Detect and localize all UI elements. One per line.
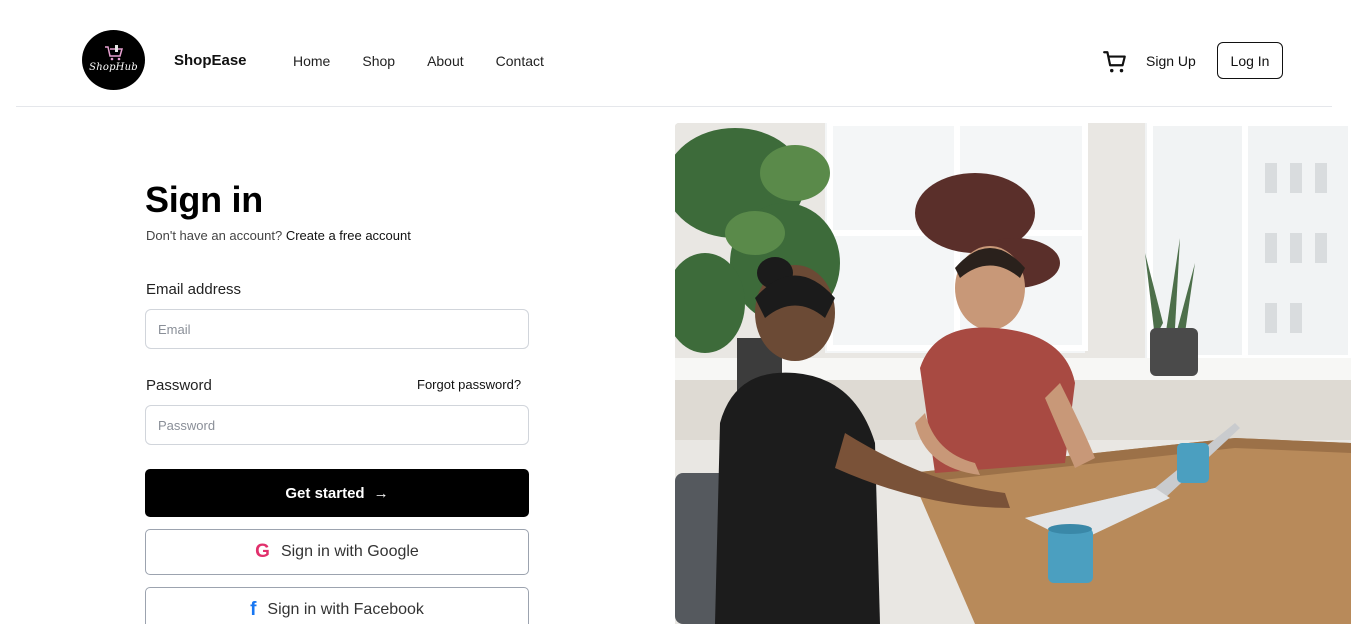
signup-link[interactable]: Sign Up	[1146, 53, 1196, 69]
nav-shop[interactable]: Shop	[362, 53, 395, 69]
facebook-signin-label: Sign in with Facebook	[267, 601, 424, 618]
hero-photo	[675, 123, 1351, 624]
logo-text: ShopHub	[89, 62, 138, 73]
email-field[interactable]	[145, 309, 529, 349]
nav-about[interactable]: About	[427, 53, 464, 69]
nav-home[interactable]: Home	[293, 53, 330, 69]
login-button[interactable]: Log In	[1217, 42, 1283, 79]
google-signin-label: Sign in with Google	[280, 543, 419, 560]
create-account-link[interactable]: Create a free account	[286, 228, 411, 243]
logo-cart-icon	[104, 45, 123, 61]
shophub-logo[interactable]: ShopHub	[82, 30, 145, 90]
forgot-password-link[interactable]: Forgot password?	[417, 377, 521, 392]
main-nav: Home Shop About Contact	[293, 53, 576, 69]
signin-page: ShopHub ShopEase Home Shop About Contact…	[0, 0, 1351, 624]
password-field[interactable]	[145, 405, 529, 445]
get-started-label: Get started	[285, 484, 365, 502]
nav-contact[interactable]: Contact	[496, 53, 544, 69]
get-started-button[interactable]: Get started →	[145, 469, 529, 517]
google-signin-button[interactable]: G Sign in with Google	[145, 529, 529, 575]
password-label: Password	[146, 377, 212, 394]
email-label: Email address	[146, 281, 242, 298]
google-icon: G	[255, 541, 270, 562]
page-title: Sign in	[145, 179, 263, 220]
facebook-signin-button[interactable]: f Sign in with Facebook	[145, 587, 529, 624]
cart-button[interactable]	[1102, 49, 1128, 75]
facebook-icon: f	[250, 599, 257, 620]
signup-prompt: Don't have an account? Create a free acc…	[146, 228, 411, 243]
brand-name: ShopEase	[174, 52, 247, 69]
site-header: ShopHub ShopEase Home Shop About Contact…	[16, 0, 1332, 107]
hero-illustration	[675, 123, 1351, 624]
cart-icon	[1103, 51, 1126, 73]
signup-prompt-text: Don't have an account?	[146, 228, 283, 243]
arrow-right-icon: →	[373, 484, 389, 502]
